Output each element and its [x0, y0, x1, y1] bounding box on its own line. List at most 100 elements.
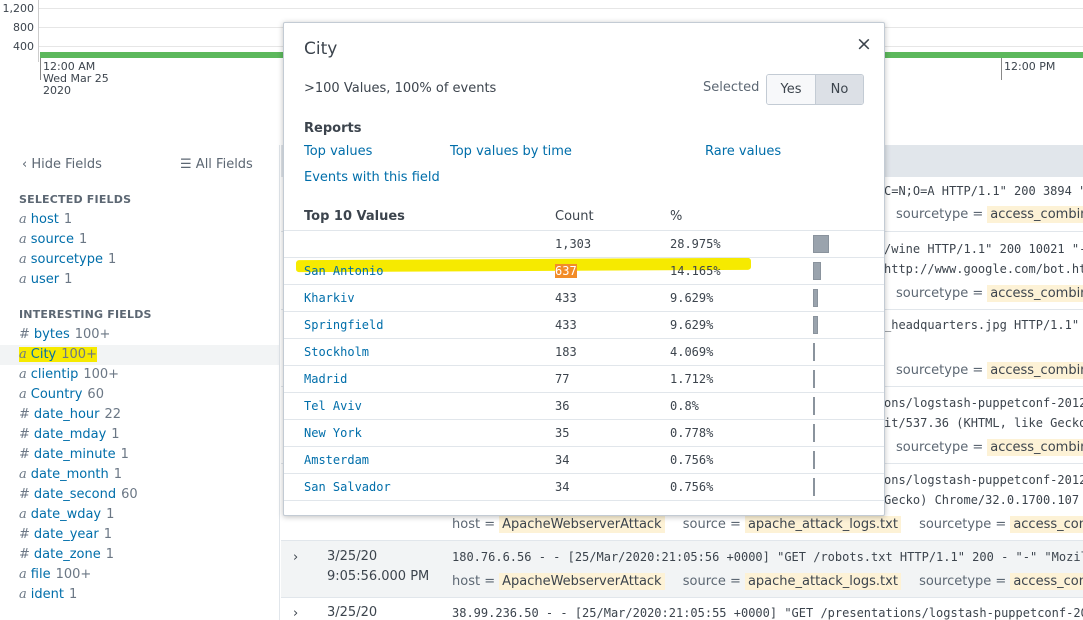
table-row[interactable]: New York 35 0.778% [284, 419, 884, 446]
event-raw-text[interactable]: it/537.36 (KHTML, like Gecko [884, 416, 1083, 430]
no-button[interactable]: No [815, 75, 863, 104]
field-item-date-hour[interactable]: # date_hour 22 [0, 405, 279, 425]
value-cell[interactable]: Tel Aviv [304, 399, 362, 413]
field-item-host[interactable]: a host 1 [0, 210, 279, 230]
value-cell[interactable]: New York [304, 426, 362, 440]
event-meta-sourcetype[interactable]: sourcetype =access_combine [896, 439, 1083, 456]
timeline-bar[interactable] [884, 52, 1083, 58]
chevron-right-icon[interactable]: › [293, 550, 298, 565]
meta-value[interactable]: access_combine [987, 285, 1083, 302]
field-name: date_minute [33, 447, 116, 462]
meta-value-sourcetype[interactable]: access_combine [1010, 516, 1083, 533]
meta-value[interactable]: access_combine [987, 206, 1083, 223]
string-type-icon: a [19, 232, 27, 247]
field-item-user[interactable]: a user 1 [0, 270, 279, 290]
field-item-bytes[interactable]: # bytes 100+ [0, 325, 279, 345]
popup-title: City [304, 39, 338, 59]
value-cell[interactable]: San Antonio [304, 264, 383, 278]
event-raw-text[interactable]: 180.76.6.56 - - [25/Mar/2020:21:05:56 +0… [452, 550, 1083, 564]
pct-cell: 0.778% [670, 426, 714, 440]
field-item-sourcetype[interactable]: a sourcetype 1 [0, 250, 279, 270]
string-type-icon: a [19, 347, 27, 362]
string-type-icon: a [19, 272, 27, 287]
event-raw-text[interactable]: ons/logstash-puppetconf-2012 [884, 473, 1083, 487]
pct-cell: 9.629% [670, 318, 714, 332]
chevron-right-icon[interactable]: › [293, 606, 298, 620]
field-count: 1 [78, 232, 88, 247]
timeline-bar[interactable] [40, 52, 283, 58]
field-name: user [30, 272, 60, 287]
meta-value-source[interactable]: apache_attack_logs.txt [744, 516, 901, 533]
field-item-clientip[interactable]: a clientip 100+ [0, 365, 279, 385]
rare-values-link[interactable]: Rare values [705, 144, 781, 159]
event-raw-text[interactable]: _headquarters.jpg HTTP/1.1" [884, 318, 1079, 332]
all-fields-link[interactable]: ☰ All Fields [180, 157, 253, 172]
pct-bar [813, 343, 815, 361]
field-item-date-second[interactable]: # date_second 60 [0, 485, 279, 505]
meta-value-host[interactable]: ApacheWebserverAttack [499, 516, 665, 533]
field-item-date-minute[interactable]: # date_minute 1 [0, 445, 279, 465]
table-row[interactable]: Tel Aviv 36 0.8% [284, 392, 884, 419]
event-raw-text[interactable]: /wine HTTP/1.1" 200 10021 "- [884, 242, 1083, 256]
event-meta-sourcetype[interactable]: sourcetype =access_combine [896, 285, 1083, 302]
field-count: 1 [107, 252, 117, 267]
table-row[interactable]: Kharkiv 433 9.629% [284, 284, 884, 311]
event-meta-sourcetype[interactable]: sourcetype =access_combine [896, 206, 1083, 223]
top-values-by-time-link[interactable]: Top values by time [450, 144, 572, 159]
meta-value-sourcetype[interactable]: access_combine [1010, 573, 1083, 590]
close-icon[interactable]: × [856, 33, 872, 55]
table-row[interactable]: 1,303 28.975% [284, 230, 884, 257]
field-item-date-wday[interactable]: a date_wday 1 [0, 505, 279, 525]
event-raw-text[interactable]: ons/logstash-puppetconf-2012 [884, 396, 1083, 410]
event-meta-sourcetype[interactable]: sourcetype =access_combine [896, 362, 1083, 379]
table-row[interactable]: Stockholm 183 4.069% [284, 338, 884, 365]
selected-fields-list: a host 1 a source 1 a sourcetype 1 a user 1 [0, 210, 279, 290]
number-type-icon: # [19, 547, 30, 562]
value-cell[interactable]: Amsterdam [304, 453, 369, 467]
value-cell[interactable]: Madrid [304, 372, 347, 386]
value-cell[interactable]: Kharkiv [304, 291, 355, 305]
row-divider [284, 500, 884, 501]
field-item-date-mday[interactable]: # date_mday 1 [0, 425, 279, 445]
field-name: City [30, 347, 57, 362]
table-row[interactable]: Amsterdam 34 0.756% [284, 446, 884, 473]
count-cell: 183 [555, 345, 577, 359]
string-type-icon: a [19, 212, 27, 227]
table-row[interactable]: San Antonio 637 14.165% [284, 257, 884, 284]
value-cell[interactable]: Springfield [304, 318, 383, 332]
event-raw-text[interactable]: Gecko) Chrome/32.0.1700.107 [884, 493, 1079, 507]
field-item-ident[interactable]: a ident 1 [0, 585, 279, 605]
field-item-date-month[interactable]: a date_month 1 [0, 465, 279, 485]
field-item-country[interactable]: a Country 60 [0, 385, 279, 405]
field-item-file[interactable]: a file 100+ [0, 565, 279, 585]
selected-toggle: Yes No [766, 74, 864, 105]
value-cell[interactable]: San Salvador [304, 480, 391, 494]
field-item-source[interactable]: a source 1 [0, 230, 279, 250]
meta-value[interactable]: access_combine [987, 362, 1083, 379]
fields-sidebar: ‹ Hide Fields ☰ All Fields SELECTED FIEL… [0, 145, 280, 620]
top-values-link[interactable]: Top values [304, 144, 372, 159]
event-raw-text[interactable]: http://www.google.com/bot.htm [884, 262, 1083, 276]
event-raw-text[interactable]: C=N;O=A HTTP/1.1" 200 3894 " [884, 184, 1083, 198]
yes-button[interactable]: Yes [767, 75, 815, 104]
value-cell[interactable]: Stockholm [304, 345, 369, 359]
pct-cell: 1.712% [670, 372, 714, 386]
field-item-date-zone[interactable]: # date_zone 1 [0, 545, 279, 565]
field-item-city[interactable]: a City 100+ [0, 345, 279, 365]
table-row[interactable]: San Salvador 34 0.756% [284, 473, 884, 500]
table-row[interactable]: Springfield 433 9.629% [284, 311, 884, 338]
event-raw-text[interactable]: 38.99.236.50 - - [25/Mar/2020:21:05:55 +… [452, 606, 1083, 620]
meta-label: sourcetype = [896, 363, 984, 378]
meta-value-source[interactable]: apache_attack_logs.txt [744, 573, 901, 590]
meta-value[interactable]: access_combine [987, 439, 1083, 456]
all-fields-label: All Fields [195, 157, 253, 172]
string-type-icon: a [19, 387, 27, 402]
hide-fields-link[interactable]: ‹ Hide Fields [22, 157, 102, 172]
meta-value-host[interactable]: ApacheWebserverAttack [499, 573, 665, 590]
field-count: 1 [113, 467, 123, 482]
selected-fields-heading: SELECTED FIELDS [19, 193, 132, 206]
events-with-field-link[interactable]: Events with this field [304, 170, 440, 185]
event-meta-row: host = ApacheWebserverAttack source = apac… [452, 516, 1083, 533]
table-row[interactable]: Madrid 77 1.712% [284, 365, 884, 392]
field-item-date-year[interactable]: # date_year 1 [0, 525, 279, 545]
